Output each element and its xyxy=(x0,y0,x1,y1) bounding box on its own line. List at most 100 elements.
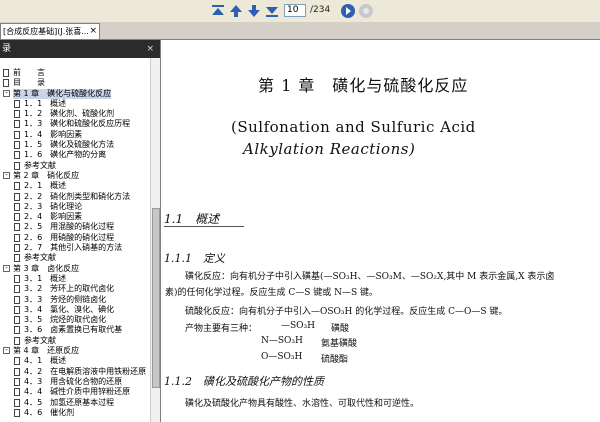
bookmark-item[interactable]: 1．1 概述 xyxy=(0,99,150,109)
bookmark-item[interactable]: 4．5 加氢还原基本过程 xyxy=(0,398,150,408)
bookmark-label: 第 3 章 卤化反应 xyxy=(13,263,80,273)
bookmark-label: 1．5 磺化及硫酸化方法 xyxy=(24,140,115,150)
bookmark-item[interactable]: 4．1 概述 xyxy=(0,356,150,366)
bookmark-item[interactable]: 4．6 催化剂 xyxy=(0,408,150,418)
bookmark-item[interactable]: 2．6 用硝酸的硝化过程 xyxy=(0,233,150,243)
page-bookmark-icon xyxy=(14,254,20,263)
bookmark-item[interactable]: 2．3 硝化理论 xyxy=(0,202,150,212)
bookmark-label: 1．2 磺化剂、硫酸化剂 xyxy=(24,109,115,119)
bookmark-item[interactable]: 1．5 磺化及硫酸化方法 xyxy=(0,140,150,150)
paragraph-sulfonation-cont: 素)的任何化学过程。反应生成 C—S 键或 N—S 键。 xyxy=(165,288,379,298)
go-page-icon[interactable] xyxy=(340,3,356,19)
bookmark-item[interactable]: 参考文献 xyxy=(0,161,150,171)
bookmark-item-chapter[interactable]: -第 3 章 卤化反应 xyxy=(0,264,150,274)
page-bookmark-icon xyxy=(14,233,20,242)
page-number-input[interactable] xyxy=(284,4,306,17)
bookmark-label: 2．5 用混酸的硝化过程 xyxy=(24,222,115,232)
previous-page-icon[interactable] xyxy=(228,3,244,19)
page-bookmark-icon xyxy=(14,182,20,191)
bookmark-item-chapter[interactable]: 目 录 xyxy=(0,78,150,88)
page-bookmark-icon xyxy=(14,326,20,335)
collapse-toggle-icon[interactable]: - xyxy=(3,347,10,355)
bookmark-item[interactable]: 3．5 烷烃的取代卤化 xyxy=(0,315,150,325)
collapse-toggle-icon[interactable]: - xyxy=(3,89,10,97)
product-1-formula: —SO₃H xyxy=(281,321,316,331)
bookmark-label: 3．1 概述 xyxy=(24,273,67,283)
bookmark-label: 2．6 用硝酸的硝化过程 xyxy=(24,232,115,242)
bookmark-label: 第 1 章 磺化与硫酸化反应 xyxy=(13,88,112,99)
bookmark-item[interactable]: 4．3 用含硫化合物的还原 xyxy=(0,377,150,387)
bookmark-item[interactable]: 参考文献 xyxy=(0,253,150,263)
bookmark-label: 3．4 氯化、溴化、碘化 xyxy=(24,304,115,314)
bookmark-item[interactable]: 2．2 硝化剂类型和硝化方法 xyxy=(0,192,150,202)
bookmark-item[interactable]: 3．6 卤素置换已有取代基 xyxy=(0,325,150,335)
bookmark-item[interactable]: 4．2 在电解质溶液中用铁粉还原 xyxy=(0,367,150,377)
close-tab-icon[interactable]: × xyxy=(89,24,97,39)
sidebar-header: 录 × xyxy=(0,40,160,58)
bookmark-label: 第 4 章 还原反应 xyxy=(13,346,80,356)
bookmark-item[interactable]: 1．4 影响因素 xyxy=(0,130,150,140)
bookmark-item[interactable]: 4．4 碱性介质中用锌粉还原 xyxy=(0,387,150,397)
section-heading: 1.1 概述 xyxy=(164,212,220,226)
bookmark-item[interactable]: 参考文献 xyxy=(0,336,150,346)
bookmark-item[interactable]: 3．2 芳环上的取代卤化 xyxy=(0,284,150,294)
bookmark-item[interactable]: 3．3 芳烃的侧链卤化 xyxy=(0,295,150,305)
bookmark-label: 1．6 磺化产物的分离 xyxy=(24,150,107,160)
bookmark-item[interactable]: 2．7 其他引入硝基的方法 xyxy=(0,243,150,253)
bookmark-item-chapter[interactable]: -第 1 章 磺化与硫酸化反应 xyxy=(0,88,150,99)
bookmark-item-chapter[interactable]: 前 言 xyxy=(0,68,150,78)
bookmark-label: 4．6 催化剂 xyxy=(24,407,75,417)
bookmark-item[interactable]: 3．1 概述 xyxy=(0,274,150,284)
bookmark-label: 4．4 碱性介质中用锌粉还原 xyxy=(24,387,131,397)
bookmark-label: 参考文献 xyxy=(24,160,56,170)
page-bookmark-icon xyxy=(14,192,20,201)
bookmark-item[interactable]: 3．4 氯化、溴化、碘化 xyxy=(0,305,150,315)
close-sidebar-icon[interactable]: × xyxy=(146,40,154,58)
page-bookmark-icon xyxy=(14,202,20,211)
products-label: 产物主要有三种： xyxy=(185,324,258,334)
page-bookmark-icon xyxy=(14,244,20,253)
collapse-toggle-icon[interactable]: - xyxy=(3,171,10,179)
bookmark-sidebar: 录 × 前 言目 录-第 1 章 磺化与硫酸化反应 1．1 概述 1．2 磺化剂、硫… xyxy=(0,40,161,422)
bookmark-label: 4．2 在电解质溶液中用铁粉还原 xyxy=(24,366,147,376)
chapter-title: 第 1 章 磺化与硫酸化反应 xyxy=(258,76,469,95)
page-bookmark-icon xyxy=(14,110,20,119)
bookmark-label: 前 言 xyxy=(13,68,45,77)
bookmark-label: 2．3 硝化理论 xyxy=(24,201,83,211)
bookmark-label: 参考文献 xyxy=(24,253,56,263)
document-tab[interactable]: [合成反应基础](J.张喜... × xyxy=(0,23,100,39)
bookmark-item[interactable]: 1．2 磺化剂、硫酸化剂 xyxy=(0,109,150,119)
page-bookmark-icon xyxy=(14,99,20,108)
bookmark-label: 1．4 影响因素 xyxy=(24,129,83,139)
bookmark-item[interactable]: 1．3 磺化和硫酸化反应历程 xyxy=(0,119,150,129)
toolbar: /234 xyxy=(0,0,600,23)
last-page-icon[interactable] xyxy=(264,3,280,19)
next-page-icon[interactable] xyxy=(246,3,262,19)
sidebar-scrollbar[interactable] xyxy=(150,58,160,422)
bookmark-label: 1．1 概述 xyxy=(24,98,67,108)
page-bookmark-icon xyxy=(14,223,20,232)
bookmark-label: 2．2 硝化剂类型和硝化方法 xyxy=(24,191,131,201)
subsection-heading-2: 1.1.2 磺化及硫酸化产物的性质 xyxy=(164,375,324,388)
bookmark-item[interactable]: 2．4 影响因素 xyxy=(0,212,150,222)
sidebar-scroll-thumb[interactable] xyxy=(152,208,160,388)
bookmark-label: 1．3 磺化和硫酸化反应历程 xyxy=(24,119,131,129)
first-page-icon[interactable] xyxy=(210,3,226,19)
page-bookmark-icon xyxy=(3,79,9,88)
bookmark-label: 第 2 章 硝化反应 xyxy=(13,170,80,180)
bookmark-item-chapter[interactable]: -第 2 章 硝化反应 xyxy=(0,171,150,181)
bookmark-item[interactable]: 1．6 磺化产物的分离 xyxy=(0,150,150,160)
bookmark-item[interactable]: 2．5 用混酸的硝化过程 xyxy=(0,222,150,232)
chapter-english-title-line2: Alkylation Reactions) xyxy=(243,140,416,158)
bookmark-item[interactable]: 2．1 概述 xyxy=(0,181,150,191)
bookmark-label: 3．3 芳烃的侧链卤化 xyxy=(24,294,107,304)
page-bookmark-icon xyxy=(14,213,20,222)
bookmark-label: 3．5 烷烃的取代卤化 xyxy=(24,315,107,325)
bookmark-item-chapter[interactable]: -第 4 章 还原反应 xyxy=(0,346,150,356)
page-bookmark-icon xyxy=(14,274,20,283)
collapse-toggle-icon[interactable]: - xyxy=(3,264,10,272)
disabled-action-icon xyxy=(358,3,374,19)
bookmark-label: 3．2 芳环上的取代卤化 xyxy=(24,284,115,294)
page-bookmark-icon xyxy=(14,316,20,325)
bookmark-label: 3．6 卤素置换已有取代基 xyxy=(24,325,123,335)
